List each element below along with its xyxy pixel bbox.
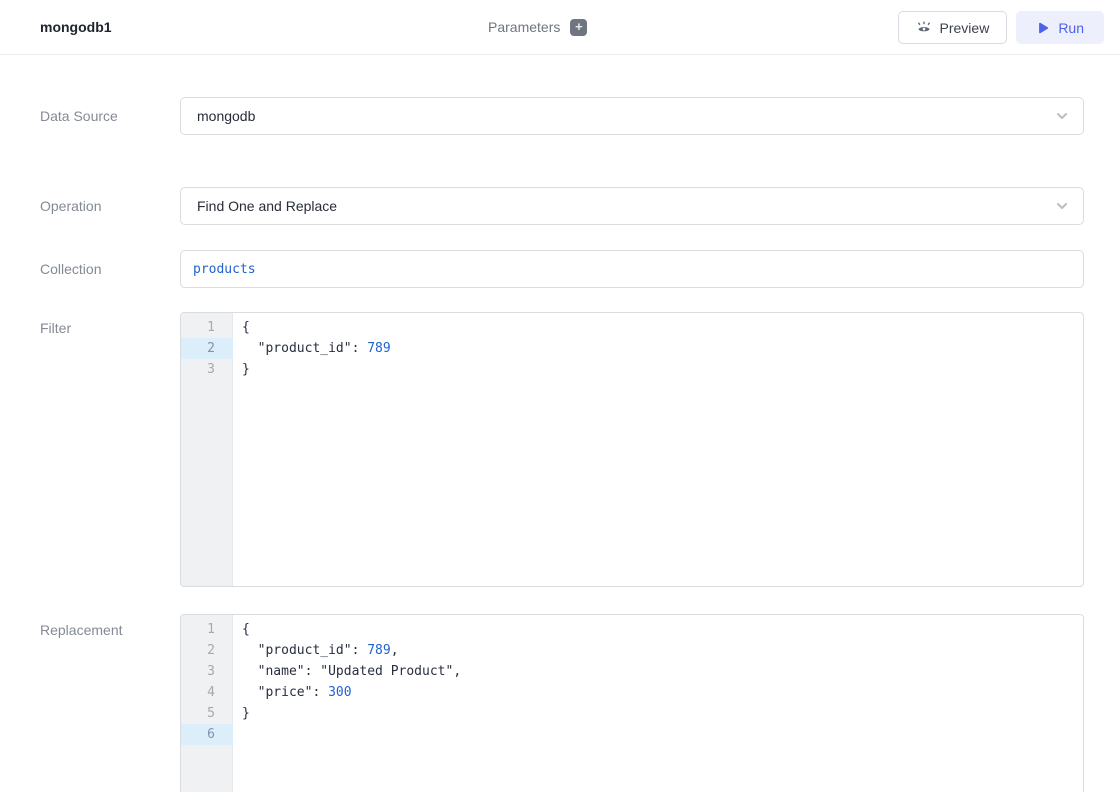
form-row-operation: Operation Find One and Replace	[40, 187, 1084, 225]
add-parameter-button[interactable]: +	[570, 19, 587, 36]
code-line[interactable]: 2 "product_id": 789,	[181, 640, 1083, 661]
collection-value: products	[193, 262, 256, 277]
operation-value: Find One and Replace	[197, 198, 337, 214]
collection-input[interactable]: products	[180, 250, 1084, 288]
code-line[interactable]: 5}	[181, 703, 1083, 724]
line-number: 4	[181, 682, 233, 703]
data-source-select[interactable]: mongodb	[180, 97, 1084, 135]
code-line-content: {	[233, 619, 250, 640]
line-number: 2	[181, 338, 233, 359]
code-line[interactable]: 6	[181, 724, 1083, 745]
parameters-label: Parameters	[488, 19, 560, 35]
code-line-content	[233, 724, 242, 745]
replacement-label: Replacement	[40, 614, 180, 638]
data-source-label: Data Source	[40, 108, 180, 124]
code-line[interactable]: 4 "price": 300	[181, 682, 1083, 703]
code-line[interactable]: 1{	[181, 317, 1083, 338]
chevron-down-icon	[1055, 199, 1069, 218]
data-source-value: mongodb	[197, 108, 255, 124]
filter-code-editor[interactable]: 1{2 "product_id": 7893}	[180, 312, 1084, 587]
run-button[interactable]: Run	[1016, 11, 1104, 44]
header-actions: Preview Run	[898, 11, 1104, 44]
code-line-content: "product_id": 789	[233, 338, 391, 359]
preview-button-label: Preview	[940, 20, 990, 36]
collection-label: Collection	[40, 261, 180, 277]
eye-icon	[916, 20, 932, 36]
form-row-collection: Collection products	[40, 250, 1084, 288]
code-line-content: "product_id": 789,	[233, 640, 399, 661]
plus-icon: +	[575, 19, 583, 34]
query-header: mongodb1 Parameters + Preview	[0, 0, 1120, 55]
line-number: 2	[181, 640, 233, 661]
line-number: 1	[181, 317, 233, 338]
code-line-content: }	[233, 359, 250, 380]
code-line-content: }	[233, 703, 250, 724]
operation-label: Operation	[40, 198, 180, 214]
parameters-section: Parameters +	[488, 0, 587, 54]
operation-select[interactable]: Find One and Replace	[180, 187, 1084, 225]
line-number: 3	[181, 359, 233, 380]
line-number: 1	[181, 619, 233, 640]
run-button-label: Run	[1058, 20, 1084, 36]
query-title: mongodb1	[40, 19, 112, 35]
line-number: 6	[181, 724, 233, 745]
code-line[interactable]: 3 "name": "Updated Product",	[181, 661, 1083, 682]
code-line-content: "name": "Updated Product",	[233, 661, 461, 682]
code-line-content: "price": 300	[233, 682, 352, 703]
replacement-code-editor[interactable]: 1{2 "product_id": 789,3 "name": "Updated…	[180, 614, 1084, 792]
code-line[interactable]: 1{	[181, 619, 1083, 640]
preview-button[interactable]: Preview	[898, 11, 1008, 44]
code-line[interactable]: 2 "product_id": 789	[181, 338, 1083, 359]
form-row-replacement: Replacement 1{2 "product_id": 789,3 "nam…	[40, 614, 1084, 792]
line-number: 5	[181, 703, 233, 724]
code-line-content: {	[233, 317, 250, 338]
filter-label: Filter	[40, 312, 180, 336]
code-line[interactable]: 3}	[181, 359, 1083, 380]
form-row-data-source: Data Source mongodb	[40, 97, 1084, 135]
chevron-down-icon	[1055, 109, 1069, 128]
form-row-filter: Filter 1{2 "product_id": 7893}	[40, 312, 1084, 587]
line-number: 3	[181, 661, 233, 682]
query-editor-form: Data Source mongodb Operation Find One a…	[0, 97, 1120, 792]
play-icon	[1036, 21, 1050, 35]
